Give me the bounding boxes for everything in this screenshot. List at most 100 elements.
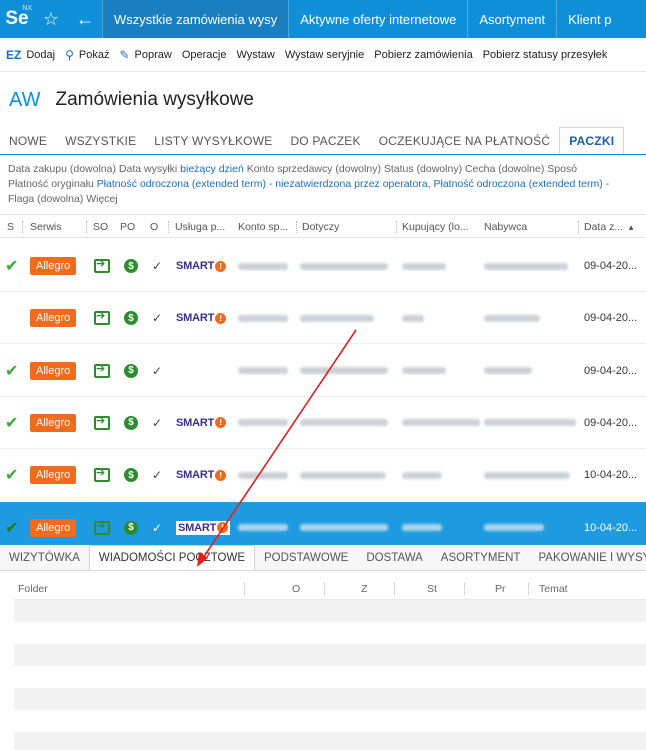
redacted-text bbox=[300, 240, 388, 292]
table-row[interactable]: ✔ Allegro $ ✓ SMART! 09-04-20... bbox=[0, 397, 646, 449]
issue-button[interactable]: Wystaw bbox=[236, 49, 274, 61]
tab-card[interactable]: WIZYTÓWKA bbox=[0, 545, 89, 570]
edit-button[interactable]: ✎ Popraw bbox=[119, 48, 171, 62]
smart-logo: SMART! bbox=[176, 397, 227, 449]
redacted-text bbox=[402, 397, 480, 449]
col-header-z[interactable]: Z bbox=[361, 578, 367, 600]
col-divider[interactable] bbox=[168, 221, 169, 233]
tab-new[interactable]: NOWE bbox=[0, 127, 56, 154]
fetch-shipment-status-button[interactable]: Pobierz statusy przesyłek bbox=[483, 49, 608, 61]
col-label: S bbox=[7, 221, 15, 233]
tab-all[interactable]: WSZYSTKIE bbox=[56, 127, 145, 154]
col-header-service[interactable]: Serwis bbox=[30, 215, 62, 237]
check-icon: ✔ bbox=[5, 362, 19, 380]
tab-shipping-lists[interactable]: LISTY WYSYŁKOWE bbox=[145, 127, 281, 154]
empty-row bbox=[14, 644, 646, 666]
col-divider[interactable] bbox=[244, 583, 245, 595]
operations-button[interactable]: Operacje bbox=[182, 49, 227, 61]
col-divider[interactable] bbox=[324, 583, 325, 595]
smart-label: SMART bbox=[178, 521, 217, 534]
tab-label: OCZEKUJĄCE NA PŁATNOŚĆ bbox=[378, 134, 551, 148]
redacted-text bbox=[484, 345, 532, 397]
button-label: Dodaj bbox=[26, 48, 56, 61]
star-icon[interactable]: ☆ bbox=[34, 0, 68, 38]
order-date: 10-04-20... bbox=[584, 449, 637, 501]
col-divider[interactable] bbox=[396, 221, 397, 233]
date-label: 09-04-20... bbox=[584, 416, 638, 429]
col-header-o[interactable]: O bbox=[150, 215, 158, 237]
col-header-so[interactable]: SO bbox=[93, 215, 109, 237]
table-row[interactable]: Allegro $ ✓ SMART! 09-04-20... bbox=[0, 292, 646, 345]
smart-logo: SMART! bbox=[176, 240, 227, 292]
enter-arrow-icon bbox=[94, 292, 110, 344]
date-label: 10-04-20... bbox=[584, 469, 638, 482]
order-date: 09-04-20... bbox=[584, 240, 637, 292]
col-divider[interactable] bbox=[578, 221, 579, 233]
tab-delivery[interactable]: DOSTAWA bbox=[357, 545, 431, 570]
smart-logo: SMART! bbox=[176, 292, 227, 344]
tab-basic[interactable]: PODSTAWOWE bbox=[255, 545, 357, 570]
redacted-text bbox=[238, 449, 288, 501]
window-tab-client[interactable]: Klient p bbox=[556, 0, 622, 38]
table-row[interactable]: ✔ Allegro $ ✓ 09-04-20... bbox=[0, 345, 646, 397]
window-tab-offers[interactable]: Aktywne oferty internetowe bbox=[288, 0, 467, 38]
col-label: Nabywca bbox=[484, 221, 528, 233]
enter-arrow-icon bbox=[94, 397, 110, 449]
col-header-concerns[interactable]: Dotyczy bbox=[302, 215, 339, 237]
col-header-status[interactable]: S bbox=[7, 215, 15, 237]
tab-label: PAKOWANIE I WYSYŁKA bbox=[538, 552, 646, 564]
col-divider[interactable] bbox=[394, 583, 395, 595]
col-header-subject[interactable]: Temat bbox=[539, 578, 568, 600]
smart-logo: SMART! bbox=[176, 449, 227, 501]
dollar-icon: $ bbox=[124, 449, 138, 501]
col-header-st[interactable]: St bbox=[427, 578, 437, 600]
smart-label: SMART bbox=[176, 312, 215, 325]
col-header-purchaser[interactable]: Nabywca bbox=[484, 215, 528, 237]
table-row[interactable]: ✔ Allegro $ ✓ SMART! 09-04-20... bbox=[0, 240, 646, 292]
show-button[interactable]: ⚲ Pokaż bbox=[65, 48, 109, 62]
col-header-pr[interactable]: Pr bbox=[495, 578, 506, 600]
col-header-delivery-service[interactable]: Usługa p... bbox=[175, 215, 226, 237]
filter-active-value[interactable]: bieżący dzień bbox=[180, 163, 244, 175]
tab-packing-shipping[interactable]: PAKOWANIE I WYSYŁKA bbox=[529, 545, 646, 570]
app-logo[interactable]: Se NX bbox=[0, 0, 34, 38]
dollar-icon: $ bbox=[124, 345, 138, 397]
filter-line-2[interactable]: Płatność oryginału Płatność odroczona (e… bbox=[8, 177, 646, 192]
col-divider[interactable] bbox=[296, 221, 297, 233]
col-header-folder[interactable]: Folder bbox=[18, 578, 48, 600]
filter-text: Płatność oryginału bbox=[8, 178, 97, 190]
app-topbar: Se NX ☆ ← Wszystkie zamówienia wysy Akty… bbox=[0, 0, 646, 38]
col-divider[interactable] bbox=[464, 583, 465, 595]
sort-asc-icon[interactable]: ▲ bbox=[627, 223, 635, 232]
service-badge: Allegro bbox=[30, 240, 77, 292]
col-header-o[interactable]: O bbox=[292, 578, 300, 600]
issue-serial-button[interactable]: Wystaw seryjnie bbox=[285, 49, 364, 61]
filter-line-1[interactable]: Data zakupu (dowolna) Data wysyłki bieżą… bbox=[8, 162, 646, 177]
redacted-text bbox=[402, 292, 424, 344]
filter-line-3[interactable]: Flaga (dowolna) Więcej bbox=[8, 192, 646, 207]
tab-packages[interactable]: PACZKI bbox=[559, 127, 625, 154]
add-button[interactable]: EZ Dodaj bbox=[6, 48, 55, 62]
table-row[interactable]: ✔ Allegro $ ✓ SMART! 10-04-20... bbox=[0, 449, 646, 502]
back-arrow-icon[interactable]: ← bbox=[68, 0, 102, 38]
page-title: Zamówienia wysyłkowe bbox=[55, 89, 254, 110]
tab-to-packages[interactable]: DO PACZEK bbox=[281, 127, 369, 154]
col-header-seller-account[interactable]: Konto sp... bbox=[238, 215, 288, 237]
col-divider[interactable] bbox=[22, 221, 23, 233]
col-header-buyer-login[interactable]: Kupujący (lo... bbox=[402, 215, 469, 237]
filter-active-value[interactable]: Płatność odroczona (extended term) - nie… bbox=[97, 178, 609, 190]
dollar-icon: $ bbox=[124, 397, 138, 449]
col-label: Usługa p... bbox=[175, 221, 226, 233]
col-header-po[interactable]: PO bbox=[120, 215, 135, 237]
window-tab-orders[interactable]: Wszystkie zamówienia wysy bbox=[102, 0, 289, 38]
tab-awaiting-payment[interactable]: OCZEKUJĄCE NA PŁATNOŚĆ bbox=[370, 127, 560, 154]
col-divider[interactable] bbox=[528, 583, 529, 595]
tab-mail-messages[interactable]: WIADOMOŚCI POCZTOWE bbox=[88, 545, 256, 570]
fetch-orders-button[interactable]: Pobierz zamówienia bbox=[374, 49, 472, 61]
col-divider[interactable] bbox=[86, 221, 87, 233]
col-label: SO bbox=[93, 221, 109, 233]
window-tab-assortment[interactable]: Asortyment bbox=[467, 0, 556, 38]
tab-assortment[interactable]: ASORTYMENT bbox=[432, 545, 530, 570]
col-header-order-date[interactable]: Data z... ▲ bbox=[584, 215, 635, 237]
empty-row bbox=[14, 688, 646, 710]
